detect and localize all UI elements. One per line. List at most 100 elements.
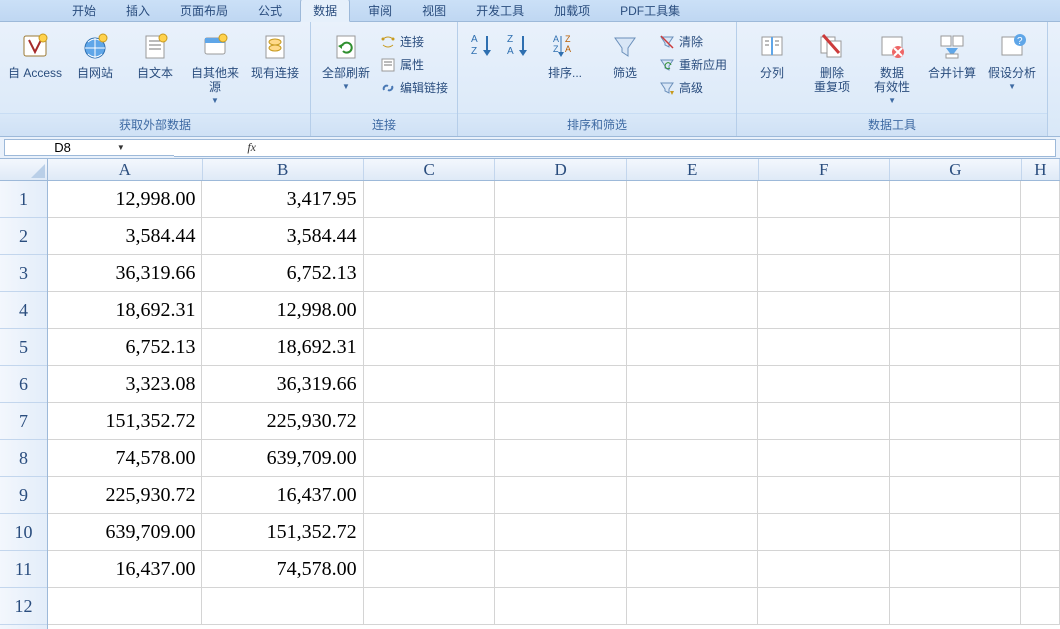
row-header-8[interactable]: 8: [0, 440, 47, 477]
name-box[interactable]: D8 ▼: [4, 139, 174, 156]
cell-D3[interactable]: [495, 255, 627, 292]
cell-H5[interactable]: [1021, 329, 1060, 366]
cell-D6[interactable]: [495, 366, 627, 403]
cell-D12[interactable]: [495, 588, 627, 625]
column-header-B[interactable]: B: [203, 159, 364, 180]
tab-数据[interactable]: 数据: [300, 0, 350, 22]
cell-F2[interactable]: [758, 218, 890, 255]
cell-F4[interactable]: [758, 292, 890, 329]
cell-E9[interactable]: [627, 477, 759, 514]
cell-B11[interactable]: 74,578.00: [202, 551, 363, 588]
reapply-filter[interactable]: 重新应用: [656, 55, 730, 74]
data-validation-button[interactable]: 数据 有效性▼: [863, 26, 921, 112]
cell-B4[interactable]: 12,998.00: [202, 292, 363, 329]
row-header-9[interactable]: 9: [0, 477, 47, 514]
cell-A9[interactable]: 225,930.72: [48, 477, 202, 514]
tab-公式[interactable]: 公式: [246, 0, 294, 21]
cell-E8[interactable]: [627, 440, 759, 477]
cell-D10[interactable]: [495, 514, 627, 551]
tab-开发工具[interactable]: 开发工具: [464, 0, 536, 21]
cell-C2[interactable]: [364, 218, 496, 255]
row-header-3[interactable]: 3: [0, 255, 47, 292]
column-header-C[interactable]: C: [364, 159, 496, 180]
cell-G9[interactable]: [890, 477, 1022, 514]
cell-G4[interactable]: [890, 292, 1022, 329]
cell-G7[interactable]: [890, 403, 1022, 440]
cells-area[interactable]: 12,998.003,417.953,584.443,584.4436,319.…: [48, 181, 1060, 629]
cell-F6[interactable]: [758, 366, 890, 403]
cell-H6[interactable]: [1021, 366, 1060, 403]
cell-D4[interactable]: [495, 292, 627, 329]
row-header-2[interactable]: 2: [0, 218, 47, 255]
cell-F11[interactable]: [758, 551, 890, 588]
cell-E11[interactable]: [627, 551, 759, 588]
sort-desc-button[interactable]: ZA: [500, 26, 534, 66]
column-header-D[interactable]: D: [495, 159, 627, 180]
sort-asc-button[interactable]: AZ: [464, 26, 498, 66]
tab-PDF工具集[interactable]: PDF工具集: [608, 0, 692, 21]
formula-input[interactable]: [262, 139, 1056, 157]
cell-A2[interactable]: 3,584.44: [48, 218, 202, 255]
cell-A5[interactable]: 6,752.13: [48, 329, 202, 366]
cell-D2[interactable]: [495, 218, 627, 255]
row-header-5[interactable]: 5: [0, 329, 47, 366]
cell-C6[interactable]: [364, 366, 496, 403]
cell-G10[interactable]: [890, 514, 1022, 551]
cell-D1[interactable]: [495, 181, 627, 218]
cell-C12[interactable]: [364, 588, 496, 625]
cell-A1[interactable]: 12,998.00: [48, 181, 202, 218]
cell-C11[interactable]: [364, 551, 496, 588]
row-header-12[interactable]: 12: [0, 588, 47, 625]
cell-D9[interactable]: [495, 477, 627, 514]
cell-A10[interactable]: 639,709.00: [48, 514, 202, 551]
from-web-button[interactable]: 自网站: [66, 26, 124, 112]
cell-F10[interactable]: [758, 514, 890, 551]
column-header-F[interactable]: F: [759, 159, 891, 180]
cell-E5[interactable]: [627, 329, 759, 366]
clear-filter[interactable]: 清除: [656, 32, 730, 51]
what-if-button[interactable]: ?假设分析▼: [983, 26, 1041, 112]
cell-D8[interactable]: [495, 440, 627, 477]
cell-C8[interactable]: [364, 440, 496, 477]
from-text-button[interactable]: 自文本: [126, 26, 184, 112]
column-header-H[interactable]: H: [1022, 159, 1060, 180]
tab-视图[interactable]: 视图: [410, 0, 458, 21]
cell-D11[interactable]: [495, 551, 627, 588]
cell-B12[interactable]: [202, 588, 363, 625]
cell-B5[interactable]: 18,692.31: [202, 329, 363, 366]
properties-btn[interactable]: 属性: [377, 55, 451, 74]
cell-H4[interactable]: [1021, 292, 1060, 329]
cell-H7[interactable]: [1021, 403, 1060, 440]
from-other-button[interactable]: 自其他来源▼: [186, 26, 244, 112]
cell-C10[interactable]: [364, 514, 496, 551]
filter-button[interactable]: 筛选: [596, 26, 654, 112]
select-all-corner[interactable]: [0, 159, 48, 181]
cell-G6[interactable]: [890, 366, 1022, 403]
cell-B10[interactable]: 151,352.72: [202, 514, 363, 551]
row-header-7[interactable]: 7: [0, 403, 47, 440]
cell-A8[interactable]: 74,578.00: [48, 440, 202, 477]
from-access-button[interactable]: 自 Access: [6, 26, 64, 112]
cell-A11[interactable]: 16,437.00: [48, 551, 202, 588]
row-header-6[interactable]: 6: [0, 366, 47, 403]
cell-C3[interactable]: [364, 255, 496, 292]
row-header-10[interactable]: 10: [0, 514, 47, 551]
row-header-11[interactable]: 11: [0, 551, 47, 588]
cell-F1[interactable]: [758, 181, 890, 218]
cell-B7[interactable]: 225,930.72: [202, 403, 363, 440]
cell-A7[interactable]: 151,352.72: [48, 403, 202, 440]
cell-C7[interactable]: [364, 403, 496, 440]
tab-插入[interactable]: 插入: [114, 0, 162, 21]
insert-function-button[interactable]: fx: [174, 139, 262, 157]
cell-E4[interactable]: [627, 292, 759, 329]
edit-links-btn[interactable]: 编辑链接: [377, 78, 451, 97]
cell-G1[interactable]: [890, 181, 1022, 218]
cell-H2[interactable]: [1021, 218, 1060, 255]
cell-H1[interactable]: [1021, 181, 1060, 218]
cell-B8[interactable]: 639,709.00: [202, 440, 363, 477]
cell-C4[interactable]: [364, 292, 496, 329]
cell-A6[interactable]: 3,323.08: [48, 366, 202, 403]
cell-B9[interactable]: 16,437.00: [202, 477, 363, 514]
cell-C1[interactable]: [364, 181, 496, 218]
cell-A3[interactable]: 36,319.66: [48, 255, 202, 292]
